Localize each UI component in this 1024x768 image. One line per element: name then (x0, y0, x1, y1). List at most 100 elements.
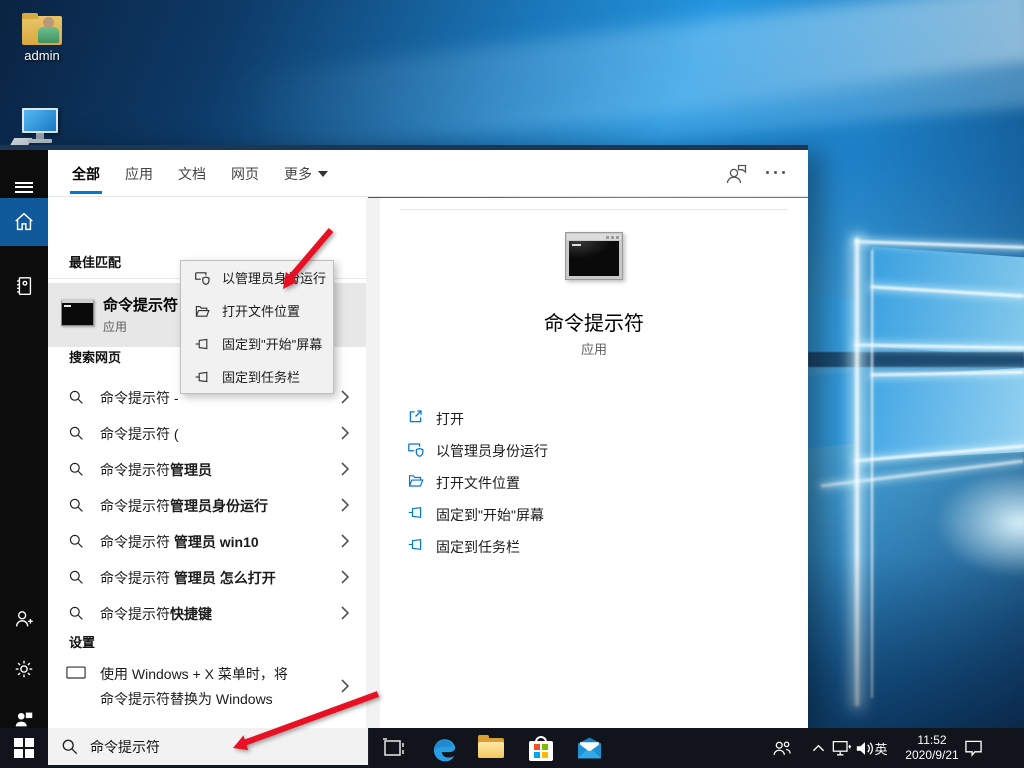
edge-icon (431, 735, 458, 762)
suggestion-row[interactable]: 命令提示符 管理员 怎么打开 (48, 559, 368, 595)
taskbar-search-box[interactable]: 命令提示符 (48, 728, 368, 768)
search-input-value: 命令提示符 (90, 737, 160, 757)
store-button[interactable] (519, 728, 563, 768)
search-sidebar (0, 150, 48, 728)
tab-web[interactable]: 网页 (231, 150, 259, 197)
sidebar-item-home[interactable] (0, 198, 48, 246)
user-add-icon (13, 608, 35, 630)
section-header-settings: 设置 (69, 632, 95, 651)
folder-location-icon (407, 472, 424, 489)
section-header-best-match: 最佳匹配 (69, 252, 121, 271)
taskbar: 命令提示符 (0, 728, 1024, 768)
search-icon (68, 569, 84, 590)
task-view-button[interactable] (372, 728, 416, 768)
desktop-icon-label: admin (16, 48, 68, 63)
action-open[interactable]: 打开 (380, 401, 808, 433)
folder-location-icon (194, 303, 212, 319)
sidebar-item-settings[interactable] (0, 645, 48, 693)
home-icon (13, 211, 35, 233)
chevron-right-icon[interactable] (341, 606, 349, 625)
folder-user-icon (22, 13, 62, 45)
suggestion-row[interactable]: 命令提示符管理员身份运行 (48, 487, 368, 523)
people-button[interactable] (764, 728, 800, 768)
desktop-icon-admin-folder[interactable]: admin (16, 13, 68, 63)
monitor-icon (66, 665, 86, 686)
hamburger-icon (15, 179, 33, 195)
detail-title: 命令提示符 (380, 307, 808, 336)
suggestion-row[interactable]: 命令提示符 ( (48, 415, 368, 451)
best-match-title: 命令提示符 (103, 294, 178, 315)
people-icon (771, 738, 793, 758)
search-icon (68, 497, 84, 518)
search-icon (68, 425, 84, 446)
chevron-right-icon[interactable] (341, 498, 349, 517)
best-match-subtitle: 应用 (103, 318, 127, 335)
action-open-file-location[interactable]: 打开文件位置 (380, 465, 808, 497)
column-gutter (366, 198, 380, 728)
search-icon (68, 533, 84, 554)
chevron-right-icon[interactable] (341, 462, 349, 481)
shield-run-icon (194, 269, 212, 286)
search-icon (61, 738, 78, 755)
account-button[interactable] (724, 163, 748, 190)
action-pin-to-start[interactable]: 固定到"开始"屏幕 (380, 497, 808, 529)
suggestion-row[interactable]: 命令提示符管理员 (48, 451, 368, 487)
menu-item-run-as-admin[interactable]: 以管理员身份运行 (181, 261, 333, 294)
chevron-down-icon (318, 171, 328, 177)
windows-logo-icon (14, 738, 34, 758)
action-run-as-admin[interactable]: 以管理员身份运行 (380, 433, 808, 465)
tab-apps[interactable]: 应用 (125, 150, 153, 197)
language-indicator[interactable]: 英 (866, 728, 896, 768)
settings-row-winx[interactable]: 使用 Windows + X 菜单时，将命令提示符替换为 Windows (48, 659, 368, 713)
tab-documents[interactable]: 文档 (178, 150, 206, 197)
user-bubble-icon (724, 163, 748, 185)
shield-run-icon (407, 440, 425, 458)
search-flyout: 全部 应用 文档 网页 更多 最佳匹配 (0, 145, 808, 728)
suggestion-row[interactable]: 命令提示符快捷键 (48, 595, 368, 631)
detail-panel: 命令提示符 应用 打开 以管理员身份运行 打开文件位置 固定到" (380, 198, 808, 728)
edge-button[interactable] (422, 728, 466, 768)
pin-icon (194, 336, 212, 352)
desktop-icon-this-pc[interactable] (18, 108, 62, 146)
search-icon (68, 389, 84, 410)
cmd-icon (61, 299, 94, 326)
search-icon (68, 461, 84, 482)
tab-all[interactable]: 全部 (72, 150, 100, 197)
menu-item-pin-to-taskbar[interactable]: 固定到任务栏 (181, 360, 333, 393)
search-tabbar: 全部 应用 文档 网页 更多 (48, 150, 808, 197)
mail-button[interactable] (567, 728, 611, 768)
gear-icon (13, 658, 35, 680)
store-icon (529, 736, 553, 761)
sidebar-item-journal[interactable] (0, 262, 48, 310)
file-explorer-button[interactable] (469, 728, 513, 768)
detail-subtitle: 应用 (380, 339, 808, 358)
section-header-web-search: 搜索网页 (69, 347, 121, 366)
ellipsis-icon (766, 171, 769, 174)
menu-item-open-file-location[interactable]: 打开文件位置 (181, 294, 333, 327)
action-center-button[interactable] (956, 728, 990, 768)
chevron-right-icon[interactable] (341, 426, 349, 445)
pin-icon (194, 369, 212, 385)
chevron-right-icon[interactable] (341, 534, 349, 553)
chevron-right-icon[interactable] (341, 390, 349, 409)
tab-more[interactable]: 更多 (284, 150, 328, 197)
notebook-icon (13, 275, 35, 297)
pin-icon (407, 536, 424, 553)
chevron-up-icon (812, 743, 825, 753)
network-icon (832, 739, 852, 757)
chevron-right-icon[interactable] (341, 570, 349, 589)
more-options-button[interactable] (766, 171, 785, 174)
search-icon (68, 605, 84, 626)
suggestion-row[interactable]: 命令提示符 管理员 win10 (48, 523, 368, 559)
sidebar-item-account[interactable] (0, 595, 48, 643)
start-button[interactable] (0, 728, 48, 768)
action-pin-to-taskbar[interactable]: 固定到任务栏 (380, 529, 808, 561)
pin-icon (407, 504, 424, 521)
menu-item-pin-to-start[interactable]: 固定到"开始"屏幕 (181, 327, 333, 360)
open-icon (407, 408, 424, 425)
cmd-icon-large (565, 232, 623, 280)
action-center-icon (964, 739, 983, 757)
screen: admin (0, 0, 1024, 768)
chevron-right-icon[interactable] (341, 679, 349, 698)
task-view-icon (382, 737, 406, 759)
